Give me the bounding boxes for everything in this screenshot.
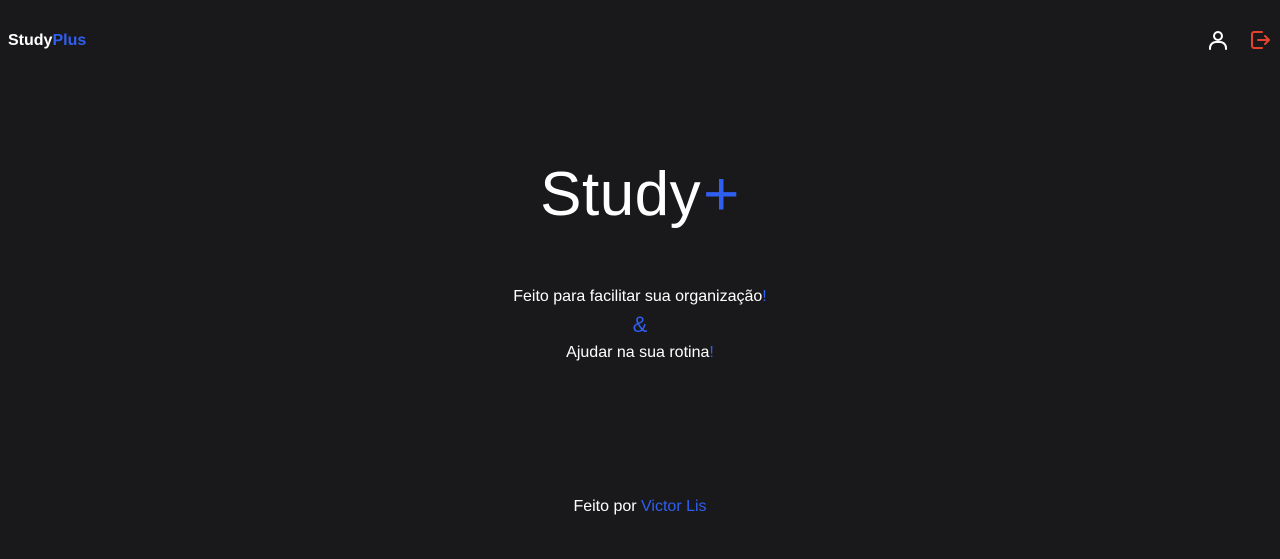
logout-icon[interactable] [1248, 28, 1272, 52]
top-bar: StudyPlus [0, 0, 1280, 80]
author-link[interactable]: Victor Lis [641, 498, 707, 515]
logo-link[interactable]: StudyPlus [8, 31, 86, 51]
tagline: Feito para facilitar sua organização! & … [0, 285, 1280, 365]
tagline-line-1: Feito para facilitar sua organização! [0, 285, 1280, 309]
logo-accent: Plus [52, 32, 87, 49]
hero-title: Study+ [0, 158, 1280, 232]
footer-prefix: Feito por [573, 498, 637, 515]
tagline-line-2: Ajudar na sua rotina! [0, 341, 1280, 365]
page: StudyPlus Study+ Feito para facilitar su… [0, 0, 1280, 559]
logo-main: Study [8, 32, 53, 49]
tagline-line-2-mark: ! [709, 344, 714, 361]
tagline-line-1-text: Feito para facilitar sua organização [513, 288, 763, 305]
hero: Study+ [0, 158, 1280, 232]
tagline-line-2-text: Ajudar na sua rotina [566, 344, 710, 361]
hero-title-text: Study [540, 160, 702, 229]
tagline-line-1-mark: ! [762, 288, 767, 305]
header-actions [1206, 28, 1272, 52]
footer: Feito por Victor Lis [0, 496, 1280, 518]
user-icon[interactable] [1206, 28, 1230, 52]
hero-title-plus: + [703, 160, 740, 229]
tagline-ampersand: & [632, 312, 648, 337]
